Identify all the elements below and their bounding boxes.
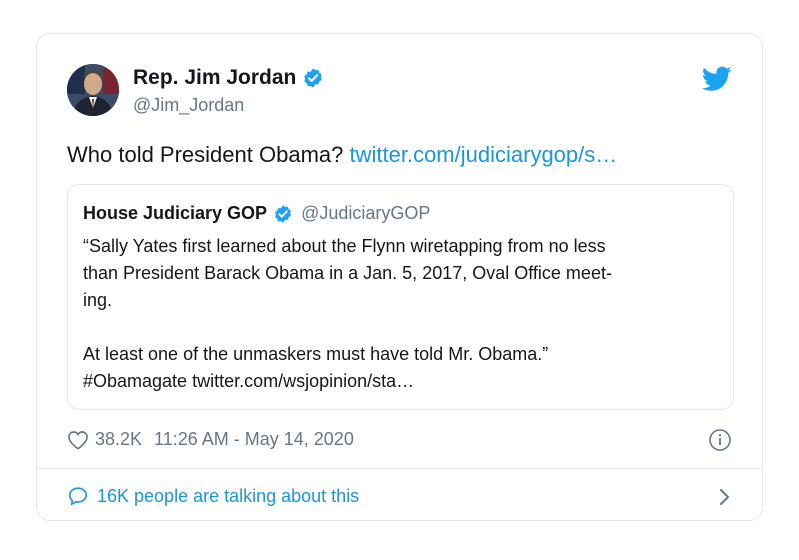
conversation-label[interactable]: 16K people are talking about this bbox=[97, 486, 359, 507]
speech-bubble-icon bbox=[68, 487, 88, 506]
quoted-tweet[interactable]: House Judiciary GOP @JudiciaryGOP “Sally… bbox=[67, 184, 734, 410]
info-icon[interactable] bbox=[708, 428, 732, 452]
quoted-line: ing. bbox=[83, 290, 113, 310]
tweet-text: Who told President Obama? twitter.com/ju… bbox=[67, 142, 617, 168]
quoted-author-handle[interactable]: @JudiciaryGOP bbox=[301, 203, 430, 224]
tweet-link[interactable]: twitter.com/judiciarygop/s… bbox=[350, 142, 618, 167]
timestamp[interactable]: 11:26 AM - May 14, 2020 bbox=[154, 429, 354, 450]
tweet-body: Who told President Obama? bbox=[67, 142, 344, 167]
quoted-author-name[interactable]: House Judiciary GOP bbox=[83, 203, 267, 224]
author-handle[interactable]: @Jim_Jordan bbox=[133, 95, 244, 116]
tweet-meta: 38.2K 11:26 AM - May 14, 2020 bbox=[67, 429, 354, 450]
tweet-card: Rep. Jim Jordan @Jim_Jordan Who told Pre… bbox=[36, 33, 763, 521]
quoted-line: “Sally Yates first learned about the Fly… bbox=[83, 236, 606, 256]
heart-icon[interactable] bbox=[67, 430, 89, 450]
chevron-right-icon[interactable] bbox=[718, 486, 732, 508]
verified-badge-icon bbox=[304, 68, 323, 88]
like-count[interactable]: 38.2K bbox=[95, 429, 142, 450]
quoted-line: than President Barack Obama in a Jan. 5,… bbox=[83, 263, 612, 283]
quoted-line: At least one of the unmaskers must have … bbox=[83, 344, 549, 364]
divider bbox=[37, 468, 762, 469]
quoted-header: House Judiciary GOP @JudiciaryGOP bbox=[83, 203, 430, 224]
author-name-row[interactable]: Rep. Jim Jordan bbox=[133, 66, 324, 90]
avatar[interactable] bbox=[67, 64, 119, 116]
quoted-line: #Obamagate twitter.com/wsjopinion/sta… bbox=[83, 371, 415, 391]
author-name[interactable]: Rep. Jim Jordan bbox=[133, 66, 296, 90]
conversation-link[interactable]: 16K people are talking about this bbox=[67, 485, 359, 507]
quoted-text: “Sally Yates first learned about the Fly… bbox=[83, 233, 723, 395]
verified-badge-icon bbox=[275, 204, 291, 223]
twitter-bird-icon[interactable] bbox=[702, 66, 732, 92]
